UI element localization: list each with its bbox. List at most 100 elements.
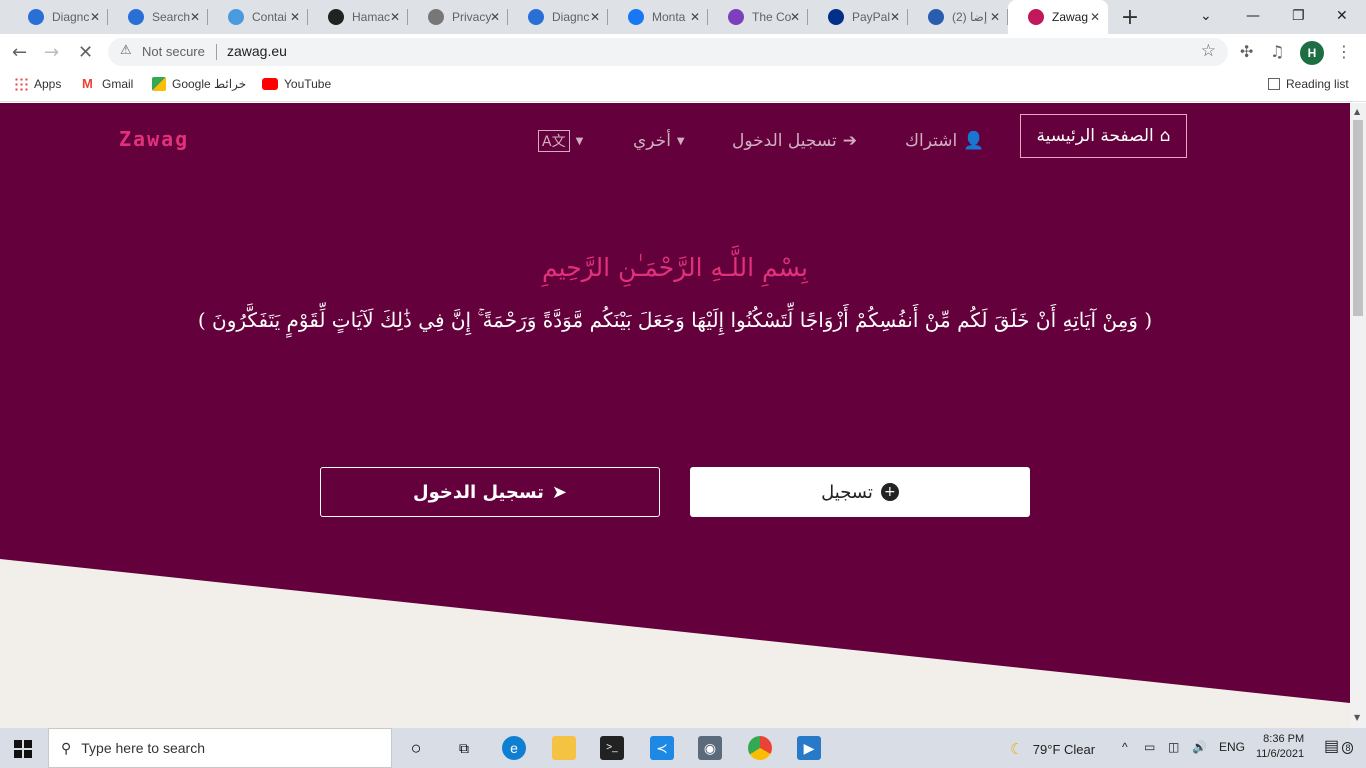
battery-icon[interactable]: ▭ [1144, 740, 1155, 754]
user-plus-icon: 👤 [963, 131, 985, 151]
chrome-icon[interactable] [748, 736, 772, 760]
new-tab-button[interactable]: + [1120, 5, 1140, 30]
login-button[interactable]: تسجيل الدخول ➤ [320, 467, 660, 517]
browser-tab[interactable]: Monta ✕ [608, 0, 708, 34]
weather-widget[interactable]: ☾ 79°F Clear [1010, 740, 1095, 758]
system-clock[interactable]: 8:36 PM 11/6/2021 [1256, 732, 1304, 762]
tab-title: Diagnc [552, 10, 590, 24]
volume-icon[interactable]: 🔊 [1192, 740, 1207, 754]
taskbar-search[interactable]: ⚲ Type here to search [48, 728, 392, 768]
menu-icon[interactable]: ⋮ [1336, 42, 1352, 61]
file-explorer-icon[interactable] [552, 736, 576, 760]
tab-favicon-icon [828, 9, 844, 25]
reading-list[interactable]: Reading list [1268, 77, 1349, 91]
warning-icon[interactable]: ⚠ [120, 43, 132, 58]
tab-close-icon[interactable]: ✕ [290, 10, 300, 24]
nav-other-dropdown[interactable]: أخري ▼ [633, 123, 685, 159]
tab-favicon-icon [128, 9, 144, 25]
maps-icon [152, 77, 166, 91]
browser-tab[interactable]: Hamac ✕ [308, 0, 408, 34]
scroll-down-icon[interactable]: ▼ [1354, 713, 1360, 722]
tab-close-icon[interactable]: ✕ [1090, 10, 1100, 24]
maximize-button[interactable]: ❐ [1292, 8, 1305, 24]
bookmark-maps[interactable]: Google خرائط [152, 77, 246, 91]
bookmark-star-icon[interactable]: ☆ [1201, 41, 1216, 61]
tab-close-icon[interactable]: ✕ [590, 10, 600, 24]
translate-icon: A文 [538, 130, 570, 152]
hero-section: Zawag A文 ▼ أخري ▼ تسجيل الدخول ➔ اشتراك … [0, 103, 1350, 703]
vscode-icon[interactable]: ≺ [650, 736, 674, 760]
media-player-icon[interactable]: ▶ [797, 736, 821, 760]
plus-circle-icon: + [880, 483, 899, 501]
tab-title: Diagnc [52, 10, 90, 24]
browser-tab[interactable]: Diagnc ✕ [8, 0, 108, 34]
bookmark-label: Apps [34, 77, 62, 91]
tab-close-icon[interactable]: ✕ [390, 10, 400, 24]
tab-close-icon[interactable]: ✕ [890, 10, 900, 24]
clock-time: 8:36 PM [1263, 733, 1305, 745]
tab-favicon-icon [428, 9, 444, 25]
cortana-icon[interactable]: ○ [404, 736, 428, 760]
security-label[interactable]: Not secure [142, 44, 205, 59]
tab-favicon-icon [28, 9, 44, 25]
reading-list-icon [1268, 78, 1280, 90]
stop-icon[interactable]: ✕ [78, 42, 93, 63]
bookmark-youtube[interactable]: YouTube [262, 77, 331, 91]
browser-tab[interactable]: Contai ✕ [208, 0, 308, 34]
profile-avatar[interactable]: H [1300, 41, 1324, 65]
bookmark-apps[interactable]: Apps [14, 77, 61, 91]
scroll-up-icon[interactable]: ▲ [1354, 107, 1360, 116]
tab-close-icon[interactable]: ✕ [190, 10, 200, 24]
tab-title: The Co [752, 10, 792, 24]
tab-close-icon[interactable]: ✕ [90, 10, 100, 24]
app-icon[interactable]: ◉ [698, 736, 722, 760]
browser-tab[interactable]: (2) إضا ✕ [908, 0, 1008, 34]
network-icon[interactable]: ◫ [1168, 740, 1179, 754]
close-window-button[interactable]: ✕ [1336, 8, 1348, 24]
clock-date: 11/6/2021 [1256, 748, 1305, 760]
language-indicator[interactable]: ENG [1219, 740, 1245, 754]
browser-tab[interactable]: The Co ✕ [708, 0, 808, 34]
reading-list-label: Reading list [1286, 77, 1349, 91]
tray-chevron-icon[interactable]: ^ [1122, 740, 1128, 754]
tab-search-icon[interactable]: ⌄ [1200, 8, 1212, 24]
tab-title: (2) إضا [952, 10, 988, 24]
tab-title: Search [152, 10, 191, 24]
toolbar: ← → ✕ ⚠ Not secure zawag.eu ☆ ✣ ♫ ⋮ [0, 34, 1366, 70]
browser-tab[interactable]: Search ✕ [108, 0, 208, 34]
browser-tab[interactable]: Zawag ✕ [1008, 0, 1108, 34]
bookmark-gmail[interactable]: M Gmail [82, 77, 133, 92]
terminal-icon[interactable]: >_ [600, 736, 624, 760]
browser-tab[interactable]: PayPal ✕ [808, 0, 908, 34]
signup-button[interactable]: تسجيل + [690, 467, 1030, 517]
windows-start-icon[interactable] [14, 740, 32, 758]
nav-home-label: الصفحة الرئيسية [1036, 126, 1154, 146]
brand-logo[interactable]: Zawag [119, 127, 189, 151]
address-bar[interactable]: ⚠ Not secure zawag.eu ☆ [108, 38, 1228, 66]
extensions-icon[interactable]: ✣ [1240, 42, 1253, 61]
notification-center[interactable]: ▤ 8 [1324, 736, 1354, 756]
nav-signup[interactable]: اشتراك 👤 [905, 123, 984, 159]
tab-favicon-icon [928, 9, 944, 25]
media-queue-icon[interactable]: ♫ [1270, 42, 1284, 61]
minimize-button[interactable]: — [1246, 8, 1260, 24]
browser-tab[interactable]: Privacy ✕ [408, 0, 508, 34]
nav-login[interactable]: تسجيل الدخول ➔ [732, 123, 857, 159]
tab-close-icon[interactable]: ✕ [790, 10, 800, 24]
tab-close-icon[interactable]: ✕ [990, 10, 1000, 24]
tab-close-icon[interactable]: ✕ [690, 10, 700, 24]
edge-icon[interactable]: e [502, 736, 526, 760]
language-dropdown[interactable]: A文 ▼ [538, 123, 583, 159]
forward-button[interactable]: → [44, 42, 59, 63]
tab-close-icon[interactable]: ✕ [490, 10, 500, 24]
web-page: Zawag A文 ▼ أخري ▼ تسجيل الدخول ➔ اشتراك … [0, 103, 1350, 728]
browser-tab[interactable]: Diagnc ✕ [508, 0, 608, 34]
scroll-thumb[interactable] [1353, 120, 1363, 316]
search-icon: ⚲ [61, 739, 72, 756]
url-text[interactable]: zawag.eu [227, 43, 287, 59]
page-scrollbar[interactable]: ▲ ▼ [1350, 103, 1366, 728]
tab-title: Privacy [452, 10, 492, 24]
task-view-icon[interactable]: ⧉ [452, 736, 476, 760]
back-button[interactable]: ← [12, 42, 27, 63]
nav-home[interactable]: الصفحة الرئيسية ⌂ [1020, 114, 1187, 158]
